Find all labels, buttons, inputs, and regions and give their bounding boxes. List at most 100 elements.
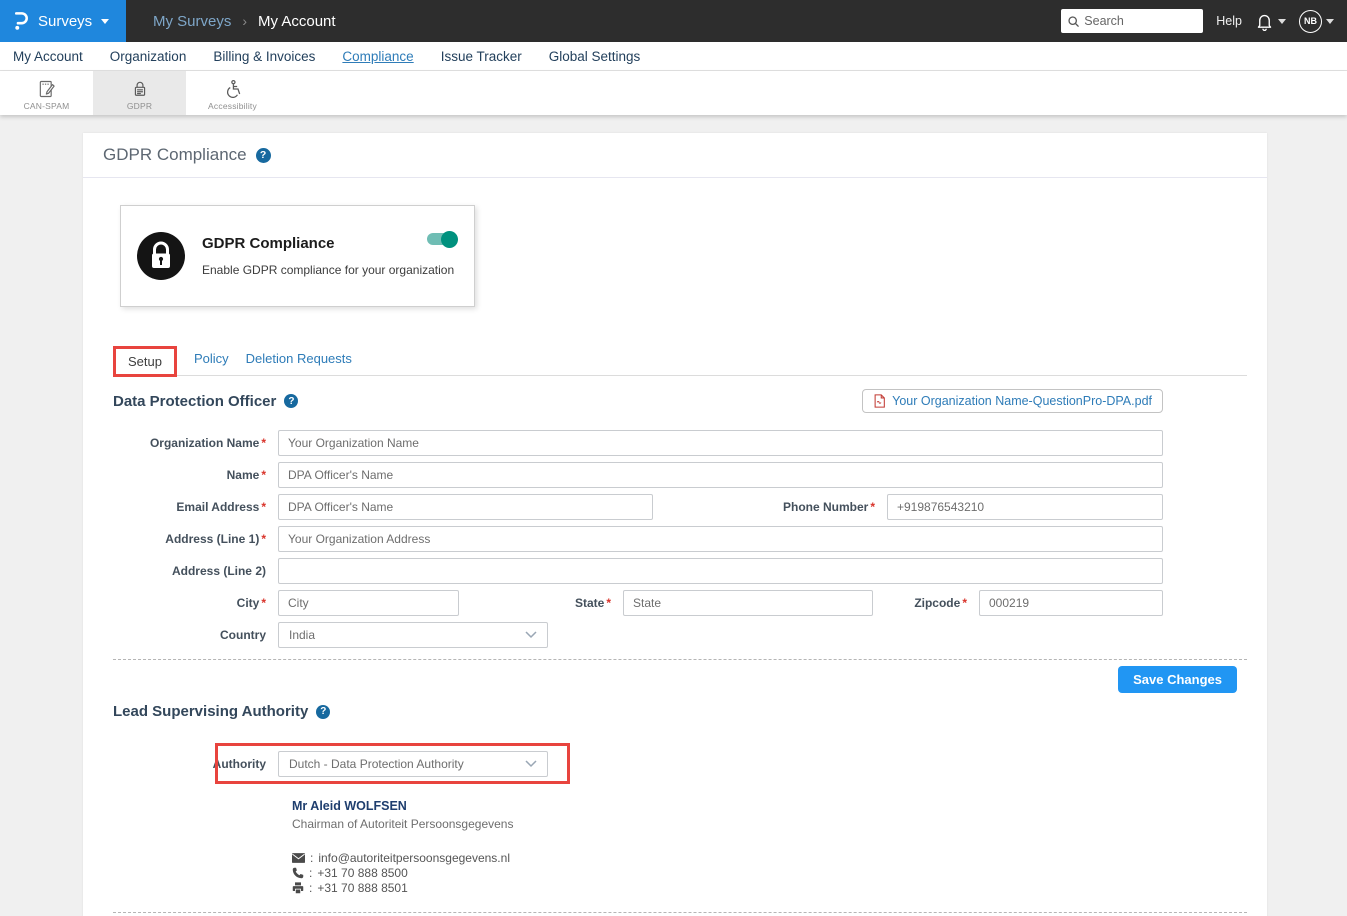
product-name: Surveys [38, 13, 92, 30]
page-title: GDPR Compliance [103, 145, 247, 165]
zipcode-input[interactable] [979, 590, 1163, 616]
tab-policy[interactable]: Policy [194, 351, 229, 375]
chevron-down-icon [1278, 19, 1286, 24]
organization-name-input[interactable] [278, 430, 1163, 456]
required-mark: * [261, 436, 266, 450]
dpo-heading: Data Protection Officer [113, 393, 276, 410]
zipcode-label: Zipcode [914, 596, 960, 610]
account-menu[interactable]: NB [1299, 10, 1334, 33]
phone-icon [292, 867, 304, 879]
contact-fax-line: : +31 70 888 8501 [292, 880, 1163, 895]
form-row: Address (Line 2) [113, 558, 1163, 584]
authority-contact-card: Mr Aleid WOLFSEN Chairman of Autoriteit … [292, 799, 1163, 895]
envelope-icon [292, 853, 305, 863]
chevron-down-icon [101, 19, 109, 24]
search-input[interactable] [1084, 14, 1197, 28]
contact-phone-line: : +31 70 888 8500 [292, 865, 1163, 880]
tab-label: GDPR [127, 101, 152, 111]
authority-row: Authority Dutch - Data Protection Author… [113, 751, 1163, 777]
account-nav: My Account Organization Billing & Invoic… [0, 42, 1347, 71]
help-icon[interactable]: ? [256, 148, 271, 163]
topbar-actions: Help NB [1061, 0, 1347, 42]
tab-gdpr[interactable]: GDPR [93, 71, 186, 115]
authority-label: Authority [213, 757, 266, 771]
lsa-header: Lead Supervising Authority ? [113, 703, 1163, 720]
nav-global-settings[interactable]: Global Settings [549, 49, 641, 64]
form-row: Organization Name* [113, 430, 1163, 456]
contact-email-line: : info@autoriteitpersoonsgegevens.nl [292, 850, 1163, 865]
chevron-down-icon [525, 760, 537, 768]
dpa-name-input[interactable] [278, 462, 1163, 488]
lsa-form: Authority Dutch - Data Protection Author… [113, 751, 1163, 895]
tab-accessibility[interactable]: Accessibility [186, 71, 279, 115]
chevron-down-icon [1326, 19, 1334, 24]
required-mark: * [261, 596, 266, 610]
required-mark: * [261, 500, 266, 514]
gdpr-toggle[interactable] [427, 233, 456, 245]
nav-organization[interactable]: Organization [110, 49, 187, 64]
help-icon[interactable]: ? [316, 705, 330, 719]
contact-phone-value: +31 70 888 8500 [317, 866, 407, 880]
pdf-file-name: Your Organization Name-QuestionPro-DPA.p… [892, 394, 1152, 408]
required-mark: * [261, 468, 266, 482]
address-line2-input[interactable] [278, 558, 1163, 584]
form-row: Country India [113, 622, 1163, 648]
required-mark: * [962, 596, 967, 610]
authority-selected-value: Dutch - Data Protection Authority [289, 757, 464, 771]
city-label: City [237, 596, 260, 610]
bell-icon [1255, 12, 1274, 31]
lock-badge-icon [137, 232, 185, 280]
breadcrumb: My Surveys › My Account [153, 0, 336, 42]
tab-deletion-requests[interactable]: Deletion Requests [246, 351, 352, 375]
form-row: City* State* Zipcode* [113, 590, 1163, 616]
breadcrumb-separator: › [242, 13, 247, 29]
tab-label: CAN-SPAM [24, 101, 70, 111]
city-input[interactable] [278, 590, 459, 616]
form-row: Name* [113, 462, 1163, 488]
gdpr-toggle-card: GDPR Compliance Enable GDPR compliance f… [120, 205, 475, 307]
authority-select[interactable]: Dutch - Data Protection Authority [278, 751, 548, 777]
phone-label: Phone Number [783, 500, 868, 514]
phone-input[interactable] [887, 494, 1163, 520]
address-line1-input[interactable] [278, 526, 1163, 552]
email-input[interactable] [278, 494, 653, 520]
tab-can-spam[interactable]: CAN-SPAM [0, 71, 93, 115]
country-select[interactable]: India [278, 622, 548, 648]
nav-billing-invoices[interactable]: Billing & Invoices [213, 49, 315, 64]
state-input[interactable] [623, 590, 873, 616]
document-pen-icon [37, 79, 57, 99]
search-box[interactable] [1061, 9, 1203, 33]
form-row: Address (Line 1)* [113, 526, 1163, 552]
compliance-tabs: CAN-SPAM GDPR Accessibility [0, 71, 1347, 115]
contact-email-value: info@autoriteitpersoonsgegevens.nl [318, 851, 510, 865]
dpa-pdf-button[interactable]: Your Organization Name-QuestionPro-DPA.p… [862, 389, 1163, 413]
dpo-save-button[interactable]: Save Changes [1118, 666, 1237, 693]
required-mark: * [606, 596, 611, 610]
authority-contact-name: Mr Aleid WOLFSEN [292, 799, 1163, 813]
contact-fax-value: +31 70 888 8501 [317, 881, 407, 895]
notifications-menu[interactable] [1255, 12, 1286, 31]
tab-label: Accessibility [208, 101, 257, 111]
fax-icon [292, 882, 304, 894]
help-icon[interactable]: ? [284, 394, 298, 408]
nav-compliance[interactable]: Compliance [342, 49, 413, 64]
setup-tabs: Setup Policy Deletion Requests [113, 346, 1247, 376]
help-link[interactable]: Help [1216, 14, 1242, 28]
gdpr-card-title: GDPR Compliance [202, 235, 454, 252]
pdf-file-icon [873, 394, 886, 408]
gdpr-card-subtitle: Enable GDPR compliance for your organiza… [202, 263, 454, 277]
section-divider [113, 912, 1247, 913]
email-label: Email Address [176, 500, 259, 514]
page-title-row: GDPR Compliance ? [83, 133, 1267, 178]
breadcrumb-my-account: My Account [258, 13, 336, 30]
nav-issue-tracker[interactable]: Issue Tracker [441, 49, 522, 64]
name-label: Name [227, 468, 260, 482]
product-switcher[interactable]: Surveys [0, 0, 126, 42]
tab-setup[interactable]: Setup [113, 346, 177, 377]
padlock-icon [130, 79, 150, 99]
address2-label: Address (Line 2) [172, 564, 266, 578]
country-selected-value: India [289, 628, 315, 642]
nav-my-account[interactable]: My Account [13, 49, 83, 64]
breadcrumb-my-surveys[interactable]: My Surveys [153, 13, 231, 30]
organization-name-label: Organization Name [150, 436, 259, 450]
